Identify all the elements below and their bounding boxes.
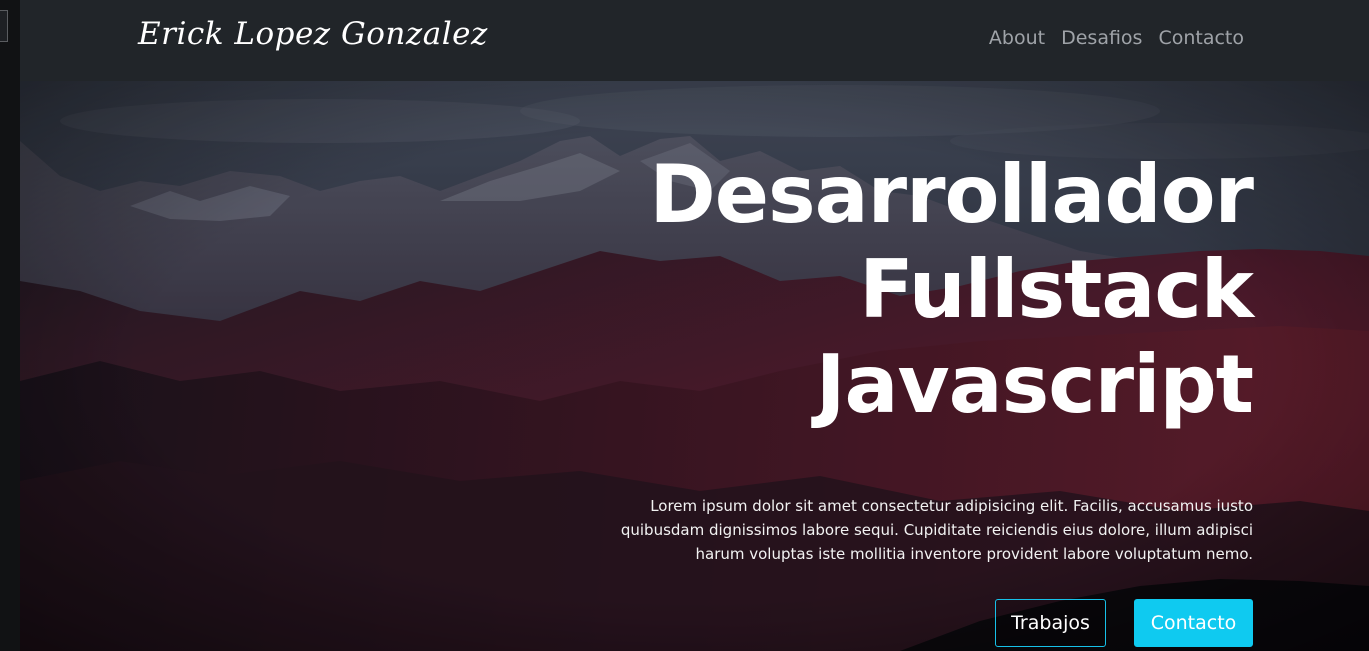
brand-logo-text[interactable]: Erick Lopez Gonzalez [138, 16, 488, 52]
nav-link-contacto[interactable]: Contacto [1158, 27, 1244, 49]
contacto-button[interactable]: Contacto [1134, 599, 1253, 647]
left-edge-handle [0, 10, 8, 42]
nav-link-about[interactable]: About [989, 27, 1045, 49]
nav-link-desafios[interactable]: Desafios [1061, 27, 1142, 49]
navbar: Erick Lopez Gonzalez About Desafios Cont… [20, 0, 1369, 81]
hero-title-line-3: Javascript [815, 338, 1254, 431]
page: Erick Lopez Gonzalez About Desafios Cont… [0, 0, 1369, 651]
hero-title-line-1: Desarrollador [649, 148, 1254, 241]
hero-content: Desarrollador Fullstack Javascript [533, 147, 1254, 432]
left-edge-strip [0, 0, 20, 651]
trabajos-button[interactable]: Trabajos [995, 599, 1106, 647]
hero-buttons: Trabajos Contacto [995, 599, 1253, 647]
hero-description: Lorem ipsum dolor sit amet consectetur a… [620, 497, 1253, 563]
hero-title: Desarrollador Fullstack Javascript [533, 147, 1254, 432]
nav-links: About Desafios Contacto [989, 27, 1244, 49]
hero-section: Desarrollador Fullstack Javascript Lorem… [20, 81, 1369, 651]
hero-title-line-2: Fullstack [859, 243, 1254, 336]
